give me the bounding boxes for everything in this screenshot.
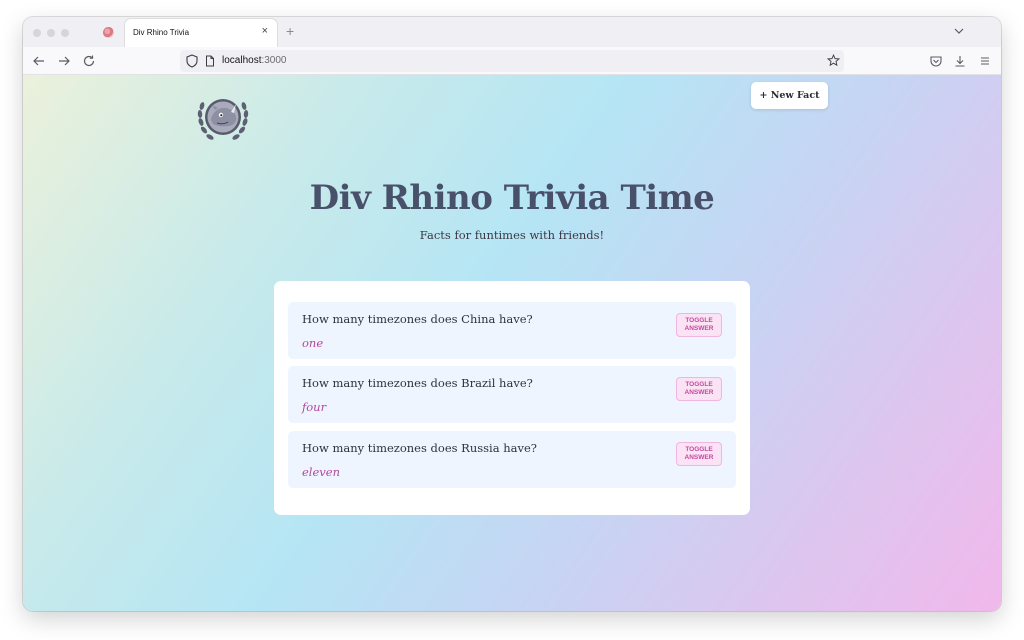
fact-answer: eleven bbox=[302, 465, 340, 479]
toggle-answer-button[interactable]: TOGGLE ANSWER bbox=[676, 313, 722, 337]
tab-strip: Div Rhino Trivia × + bbox=[23, 17, 1001, 47]
forward-arrow-icon[interactable] bbox=[57, 54, 71, 68]
page-subtitle: Facts for funtimes with friends! bbox=[419, 228, 605, 242]
url-text[interactable]: localhost:3000 bbox=[222, 55, 287, 66]
fact-question: How many timezones does Brazil have? bbox=[302, 376, 533, 390]
facts-card: How many timezones does China have? one … bbox=[274, 281, 750, 515]
close-window-button[interactable] bbox=[33, 29, 41, 37]
chevron-down-icon[interactable] bbox=[953, 25, 965, 37]
maximize-window-button[interactable] bbox=[61, 29, 69, 37]
shield-icon[interactable] bbox=[186, 54, 198, 68]
fact-item: How many timezones does Brazil have? fou… bbox=[288, 366, 736, 423]
back-arrow-icon[interactable] bbox=[32, 54, 46, 68]
download-icon[interactable] bbox=[953, 54, 967, 68]
favicon-icon bbox=[103, 27, 114, 38]
fact-question: How many timezones does Russia have? bbox=[302, 441, 537, 455]
browser-window: Div Rhino Trivia × + localhost:3000 + Ne… bbox=[23, 17, 1001, 611]
pocket-icon[interactable] bbox=[929, 54, 943, 68]
fact-question: How many timezones does China have? bbox=[302, 312, 533, 326]
new-fact-button[interactable]: + New Fact bbox=[751, 82, 828, 109]
toggle-answer-button[interactable]: TOGGLE ANSWER bbox=[676, 442, 722, 466]
tab-close-icon[interactable]: × bbox=[262, 26, 268, 37]
toggle-answer-button[interactable]: TOGGLE ANSWER bbox=[676, 377, 722, 401]
fact-answer: four bbox=[302, 400, 327, 414]
hamburger-menu-icon[interactable] bbox=[978, 54, 992, 68]
minimize-window-button[interactable] bbox=[47, 29, 55, 37]
new-tab-button[interactable]: + bbox=[286, 24, 294, 38]
tab-title: Div Rhino Trivia bbox=[133, 28, 190, 37]
fact-item: How many timezones does Russia have? ele… bbox=[288, 431, 736, 488]
bookmark-star-icon[interactable] bbox=[827, 54, 840, 67]
page-content: + New Fact Div Rhino Trivia Time Facts f… bbox=[23, 75, 1001, 611]
page-icon[interactable] bbox=[205, 55, 215, 67]
url-bar[interactable]: localhost:3000 bbox=[180, 50, 844, 72]
fact-answer: one bbox=[302, 336, 324, 350]
page-title: Div Rhino Trivia Time bbox=[309, 178, 715, 218]
rhino-logo-icon bbox=[197, 99, 249, 140]
tab-div-rhino-trivia[interactable]: Div Rhino Trivia × bbox=[125, 19, 277, 47]
reload-icon[interactable] bbox=[82, 54, 96, 68]
fact-item: How many timezones does China have? one … bbox=[288, 302, 736, 359]
navigation-bar: localhost:3000 bbox=[23, 47, 1001, 75]
